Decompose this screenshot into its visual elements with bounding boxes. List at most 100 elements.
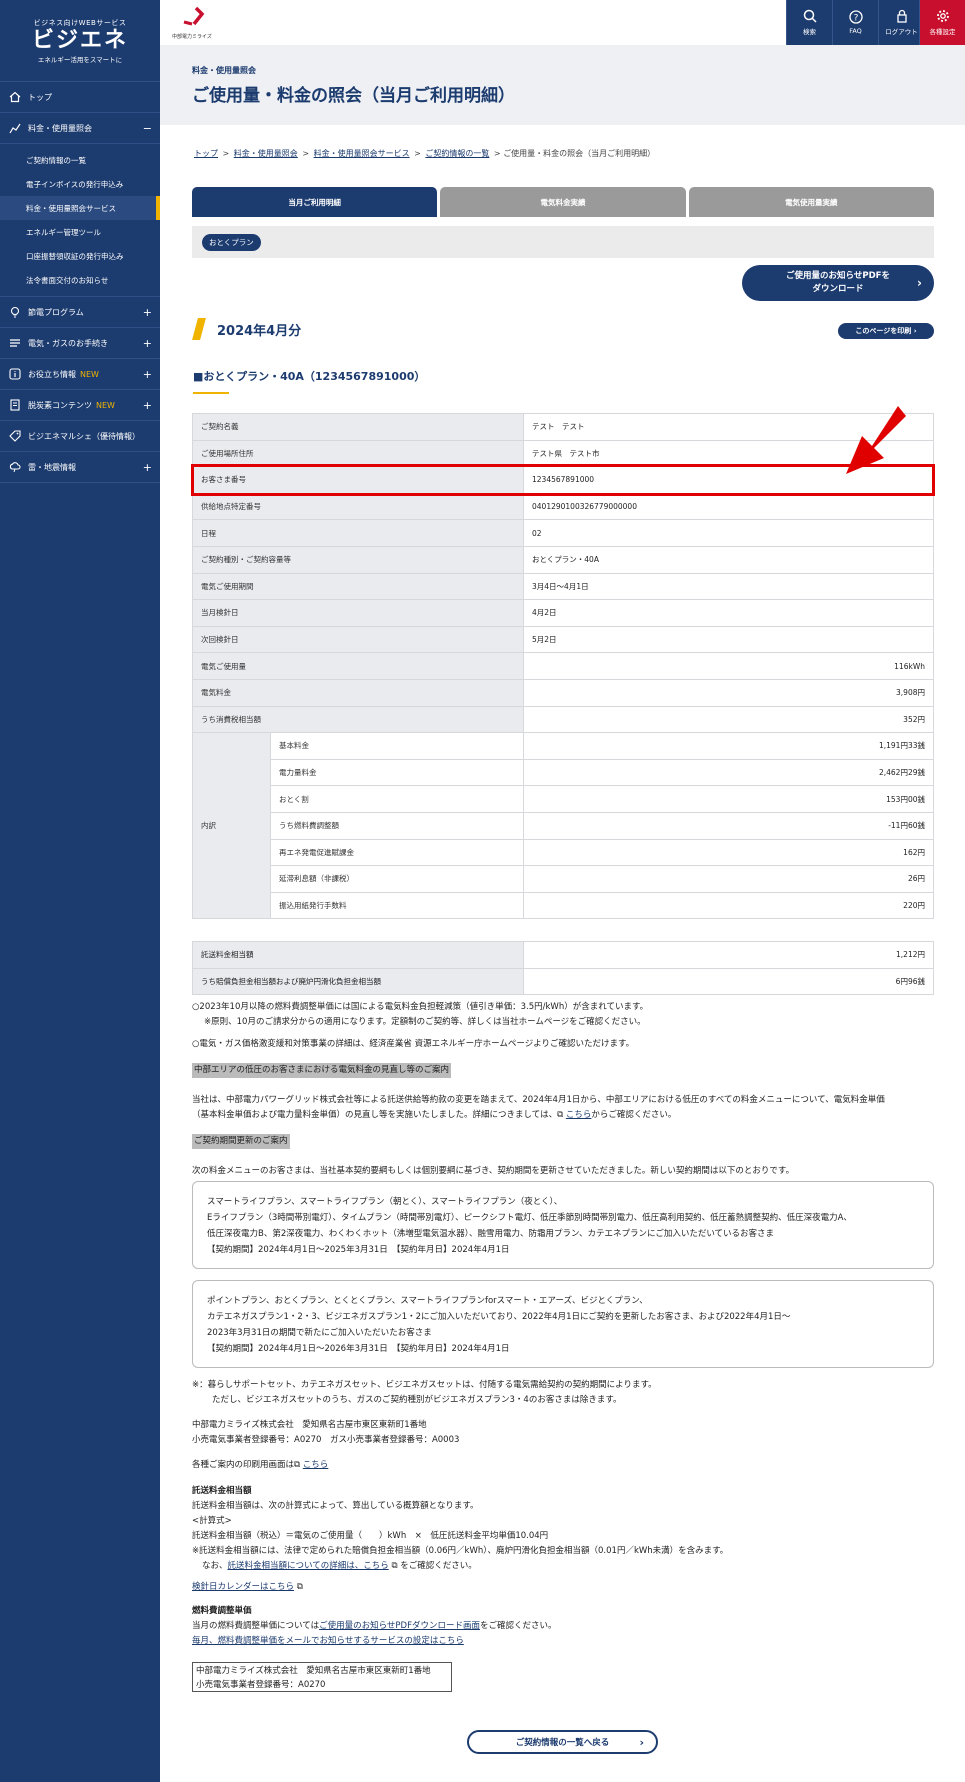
company-info-box: 中部電力ミライズ株式会社 愛知県名古屋市東区東新町1番地 小売電気事業者登録番号… bbox=[192, 1662, 452, 1692]
expand-icon[interactable]: + bbox=[143, 368, 152, 381]
print-button[interactable]: このページを印刷 › bbox=[838, 323, 934, 339]
sidebar-subitem-contracts[interactable]: ご契約情報の一覧 bbox=[0, 148, 160, 172]
breadcrumb-link-top[interactable]: トップ bbox=[194, 149, 218, 158]
chart-icon bbox=[8, 121, 22, 135]
plan-selector: おとくプラン bbox=[192, 226, 934, 258]
tab-fee-history[interactable]: 電気料金実績 bbox=[440, 187, 686, 217]
sidebar-item-label: 節電プログラム bbox=[28, 307, 84, 317]
logo-tag: ビジネス向けWEBサービス bbox=[33, 18, 127, 27]
print-guide-link[interactable]: こちら bbox=[303, 1460, 329, 1470]
brand-logo[interactable]: 中部電力ミライズ bbox=[172, 6, 222, 40]
detail-link[interactable]: こちら bbox=[566, 1110, 592, 1120]
meter-calendar-link[interactable]: 検針日カレンダーはこちら bbox=[192, 1582, 294, 1592]
sidebar-item-label: 脱炭素コンテンツ bbox=[28, 400, 92, 410]
tab-usage-history[interactable]: 電気使用量実績 bbox=[688, 187, 934, 217]
table-row: 次回検針日 5月2日 bbox=[192, 625, 934, 654]
wheeling-detail-link[interactable]: 託送料金相当額についての詳細は、こちら bbox=[228, 1561, 389, 1571]
sidebar-subitem-receipt[interactable]: 口座振替領収証の発行申込み bbox=[0, 244, 160, 268]
fuel-note: ○2023年10月以降の燃料費調整単価には国による電気料金負担軽減策（値引き単価… bbox=[192, 1000, 934, 1030]
site-logo[interactable]: ビジネス向けWEBサービス ビジエネ エネルギー活用をスマートに bbox=[0, 0, 160, 82]
address-text: 小売電気事業者登録番号：A0270 bbox=[196, 1680, 326, 1690]
row-value: 5月2日 bbox=[523, 625, 934, 654]
sidebar-item-saving[interactable]: 節電プログラム + bbox=[0, 297, 160, 328]
row-label: 日程 bbox=[192, 519, 524, 547]
page-category: 料金・使用量照会 bbox=[192, 66, 256, 75]
faq-button[interactable]: ? FAQ bbox=[832, 0, 878, 45]
breakdown-item-label: 振込用紙発行手数料 bbox=[270, 891, 524, 920]
breadcrumb-link-usage[interactable]: 料金・使用量照会 bbox=[234, 149, 298, 158]
paragraph-text: からご確認ください。 bbox=[591, 1110, 677, 1120]
paragraph-text: （基本料金単価および電力量料金単価）の見直し等を実施いたしました。詳細につきまし… bbox=[192, 1110, 558, 1120]
info-icon bbox=[8, 367, 22, 381]
table-row: 電気ご使用量 116kWh bbox=[192, 652, 934, 680]
breakdown-item-label: 延滞利息額（非課税） bbox=[270, 865, 524, 893]
breakdown-item-value: 162円 bbox=[523, 838, 934, 867]
search-button[interactable]: 検索 bbox=[786, 0, 832, 45]
expand-icon[interactable]: + bbox=[143, 337, 152, 350]
renewal-paragraph: 次の料金メニューのお客さまは、当社基本契約要綱もしくは個別要綱に基づき、契約期間… bbox=[192, 1166, 795, 1176]
expand-icon[interactable]: + bbox=[143, 399, 152, 412]
table-row: うち消費税相当額 352円 bbox=[192, 705, 934, 734]
print-guide-text: 各種ご案内の印刷用画面は bbox=[192, 1460, 295, 1470]
sidebar-item-marche[interactable]: ビジエネマルシェ（優待情報） bbox=[0, 421, 160, 452]
row-label: 電気料金 bbox=[192, 678, 524, 707]
section-heading: ご契約期間更新のご案内 bbox=[192, 1134, 934, 1149]
email-service-link[interactable]: 毎月、燃料費調整単価をメールでお知らせするサービスの設定はこちら bbox=[192, 1636, 464, 1646]
sidebar: ビジネス向けWEBサービス ビジエネ エネルギー活用をスマートに トップ 料金・… bbox=[0, 0, 160, 1782]
revision-paragraph: 当社は、中部電力パワーグリッド株式会社等による託送供給等約款の変更を踏まえて、2… bbox=[192, 1093, 934, 1123]
subsidy-note: ○電気・ガス価格激変緩和対策事業の詳細は、経済産業省 資源エネルギー庁ホームペー… bbox=[192, 1039, 635, 1049]
table-row: うち賠償負担金相当額および廃炉円滑化負担金相当額 6円96銭 bbox=[192, 967, 934, 995]
fee-label: 託送料金相当額 bbox=[192, 941, 524, 969]
sidebar-item-label: 料金・使用量照会 bbox=[28, 123, 92, 133]
breadcrumb-link-service[interactable]: 料金・使用量照会サービス bbox=[314, 149, 410, 158]
row-value: おとくプラン・40A bbox=[523, 545, 934, 574]
sidebar-subitem-legal[interactable]: 法令書面交付のお知らせ bbox=[0, 268, 160, 292]
table-row: おとく割 153円00銭 bbox=[193, 785, 934, 813]
page-header: 料金・使用量照会 ご使用量・料金の照会（当月ご利用明細） bbox=[160, 45, 965, 125]
paragraph-text: をご確認ください。 bbox=[400, 1561, 477, 1571]
back-to-contracts-button[interactable]: ご契約情報の一覧へ戻る › bbox=[467, 1730, 658, 1754]
breadcrumb-link-contracts[interactable]: ご契約情報の一覧 bbox=[425, 149, 489, 158]
sidebar-item-useful-info[interactable]: お役立ち情報 NEW + bbox=[0, 359, 160, 390]
sidebar-item-decarbon[interactable]: 脱炭素コンテンツ NEW + bbox=[0, 390, 160, 421]
note-text: ※原則、10月のご請求分からの適用になります。定額制のご契約等、詳しくは当社ホー… bbox=[204, 1017, 646, 1027]
pdf-download-label: ご使用量のお知らせPDFを ダウンロード bbox=[786, 271, 890, 294]
new-badge: NEW bbox=[80, 369, 99, 379]
print-guide: 各種ご案内の印刷用画面は⧉ こちら bbox=[192, 1458, 934, 1473]
note-text: ※：暮らしサポートセット、カテエネガスセット、ビジエネガスセットは、付随する電気… bbox=[192, 1380, 657, 1390]
collapse-icon[interactable]: − bbox=[143, 122, 152, 135]
table-row: ご契約名義 テスト テスト bbox=[192, 413, 934, 441]
tab-current-month[interactable]: 当月ご利用明細 bbox=[192, 187, 438, 217]
breakdown-item-label: 電力量料金 bbox=[270, 758, 524, 787]
list-icon bbox=[8, 336, 22, 350]
sidebar-item-usage[interactable]: 料金・使用量照会 − bbox=[0, 113, 160, 144]
brand-name: 中部電力ミライズ bbox=[172, 34, 212, 40]
search-icon bbox=[803, 9, 817, 23]
breakdown-item-value: 153円00銭 bbox=[523, 785, 934, 813]
pdf-download-link[interactable]: ご使用量のお知らせPDFダウンロード画面 bbox=[319, 1621, 480, 1631]
sidebar-item-top[interactable]: トップ bbox=[0, 82, 160, 113]
expand-icon[interactable]: + bbox=[143, 461, 152, 474]
sidebar-subitem-invoice[interactable]: 電子インボイスの発行申込み bbox=[0, 172, 160, 196]
sidebar-item-procedures[interactable]: 電気・ガスのお手続き + bbox=[0, 328, 160, 359]
home-icon bbox=[8, 90, 22, 104]
logout-button[interactable]: ログアウト bbox=[878, 0, 924, 45]
billing-month-label: 2024年4月分 bbox=[217, 323, 302, 339]
box-text: カテエネガスプラン1・2・3、ビジエネガスプラン1・2にご加入いただいており、2… bbox=[207, 1312, 791, 1322]
breakdown-item-value: 26円 bbox=[523, 865, 934, 893]
box-text: 【契約期間】2024年4月1日～2025年3月31日 【契約年月日】2024年4… bbox=[207, 1245, 510, 1255]
plan-pill[interactable]: おとくプラン bbox=[202, 234, 261, 251]
expand-icon[interactable]: + bbox=[143, 306, 152, 319]
row-label: ご契約種別・ご契約容量等 bbox=[192, 545, 524, 574]
sidebar-subitem-usage-service[interactable]: 料金・使用量照会サービス bbox=[0, 196, 160, 220]
renewal-box: ポイントプラン、おとくプラン、とくとくプラン、スマートライフプランforスマート… bbox=[192, 1280, 934, 1368]
print-label: このページを印刷 bbox=[855, 327, 912, 335]
row-value: 116kWh bbox=[523, 652, 934, 680]
wheeling-fee-table: 託送料金相当額 1,212円 うち賠償負担金相当額および廃炉円滑化負担金相当額 6円… bbox=[192, 941, 934, 995]
box-text: 【契約期間】2024年4月1日～2026年3月31日 【契約年月日】2024年4… bbox=[207, 1344, 510, 1354]
sidebar-subitem-energy-tool[interactable]: エネルギー管理ツール bbox=[0, 220, 160, 244]
pdf-download-button[interactable]: ご使用量のお知らせPDFを ダウンロード › bbox=[742, 265, 934, 301]
sidebar-item-label: トップ bbox=[28, 92, 52, 102]
sidebar-item-weather[interactable]: 雷・地震情報 + bbox=[0, 452, 160, 483]
settings-button[interactable]: 各種設定 bbox=[919, 0, 965, 45]
